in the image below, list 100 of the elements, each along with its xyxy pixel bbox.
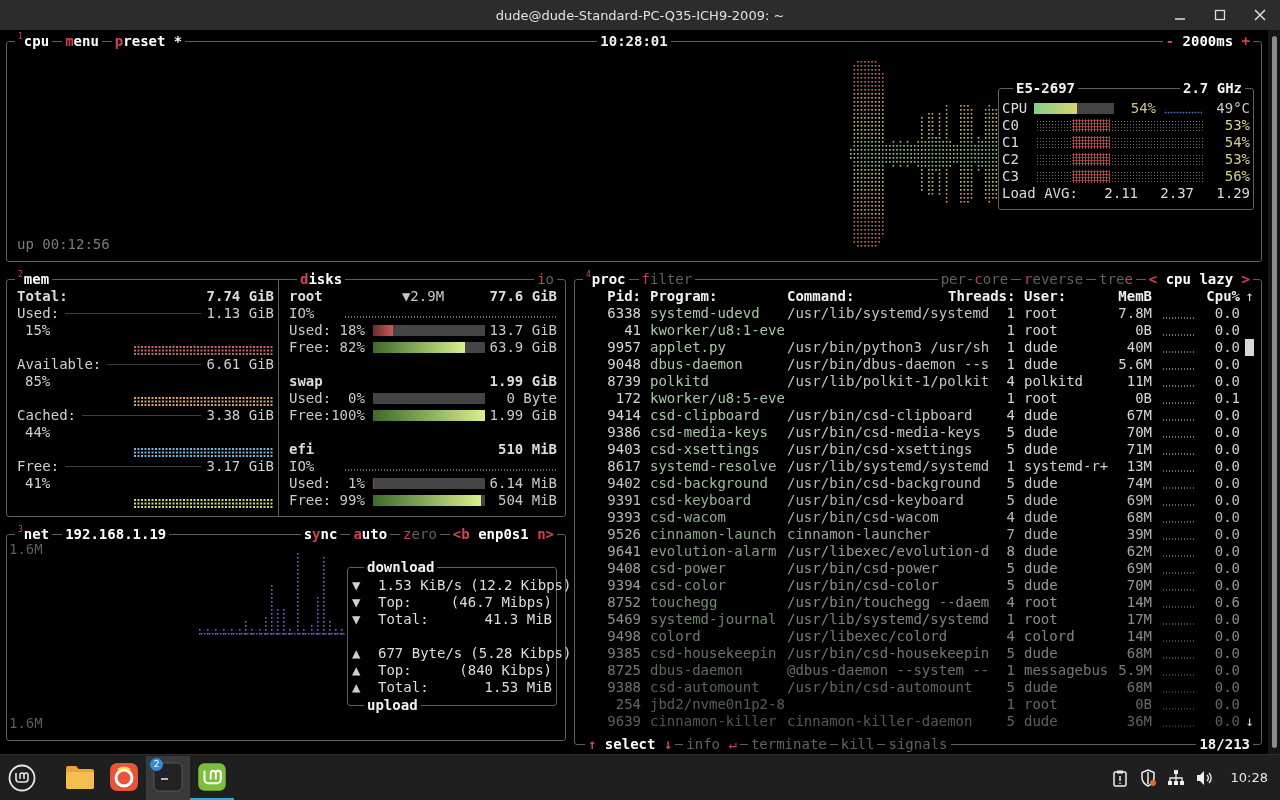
scroll-down-arrow[interactable]: ↓ <box>1245 713 1254 730</box>
pid-cell-text: 9641 <box>606 543 641 560</box>
cpu-sparkline <box>1162 521 1196 523</box>
terminal-icon <box>153 761 183 792</box>
program-cell-text: polkitd <box>649 373 710 390</box>
command-cell-text: /usr/bin/dbus-daemon --s <box>787 356 991 373</box>
pid-cell-text: 9402 <box>606 475 641 492</box>
disk-usage-value: 1.99 GiB <box>488 407 557 424</box>
memory-cell-text: 71M <box>1125 441 1152 458</box>
user-cell-text: root <box>1023 611 1059 628</box>
memory-value: 1.13 GiB <box>206 305 274 322</box>
scroll-thumb[interactable] <box>1245 339 1254 356</box>
command-cell-text: @dbus-daemon --system -- <box>787 662 991 679</box>
threads-cell-text: 4 <box>1005 373 1015 390</box>
cpu-sparkline <box>1162 640 1196 642</box>
user-cell-text: polkitd <box>1023 373 1084 390</box>
threads-cell-text: 5 <box>1005 679 1015 696</box>
threads-cell-text: 1 <box>1005 356 1015 373</box>
io-label: IO% <box>289 305 315 322</box>
command-cell-text: /usr/bin/csd-keyboard <box>787 492 965 509</box>
shield-icon[interactable] <box>1138 768 1157 787</box>
clipboard-icon[interactable] <box>1110 768 1129 787</box>
pid-cell-text: 9639 <box>606 713 641 730</box>
pid-cell-text: 9393 <box>606 509 641 526</box>
network-icon[interactable] <box>1166 768 1185 787</box>
command-cell-text: /usr/lib/systemd/systemd <box>787 458 991 475</box>
mint-logo-icon <box>8 763 36 792</box>
column-header[interactable]: MemB <box>1109 288 1152 305</box>
cpu-cell-text: 0.0 <box>1213 560 1240 577</box>
pid-cell-text: 9408 <box>606 560 641 577</box>
user-cell-text: colord <box>1023 628 1076 645</box>
program-cell-text: kworker/u8:1-eve <box>649 322 786 339</box>
disk-name: root <box>289 288 324 305</box>
threads-cell-text: 4 <box>1005 509 1015 526</box>
command-cell-text: /usr/bin/csd-background <box>787 475 982 492</box>
cpu-cell-text: 0.0 <box>1213 577 1240 594</box>
column-header[interactable]: Pid: <box>581 288 641 305</box>
core-percent: 53% <box>1223 151 1250 168</box>
disk-usage-label: Used: <box>289 390 332 407</box>
pid-cell-text: 9526 <box>606 526 641 543</box>
io-label: IO% <box>289 458 315 475</box>
load-label: Load AVG: <box>1002 185 1079 202</box>
command-cell-text: cinnamon-launcher <box>787 526 932 543</box>
browser-icon <box>109 761 139 792</box>
stat-value: (5.28 Kibps) <box>470 645 572 662</box>
command-cell-text: /usr/lib/polkit-1/polkit <box>787 373 991 390</box>
cpu-cell-text: 0.0 <box>1213 645 1240 662</box>
user-cell-text: dude <box>1023 509 1059 526</box>
pid-cell-text: 9403 <box>606 441 641 458</box>
disk-usage-value: 504 MiB <box>497 492 557 509</box>
memory-cell-text: 74M <box>1125 475 1152 492</box>
memory-cell-text: 14M <box>1125 628 1152 645</box>
pid-cell-text: 9957 <box>606 339 641 356</box>
cpu-sparkline <box>1162 351 1196 353</box>
stat-value: (12.2 Kibps) <box>470 577 572 594</box>
pid-cell-text: 9391 <box>606 492 641 509</box>
user-cell-text: root <box>1023 305 1059 322</box>
program-cell-text: cinnamon-launch <box>649 526 778 543</box>
cpu-sparkline <box>1162 691 1196 693</box>
memory-value: 7.74 GiB <box>206 288 274 305</box>
program-cell-text: cinnamon-killer <box>649 713 778 730</box>
memory-percent: 15% <box>25 322 51 340</box>
memory-cell-text: 69M <box>1125 492 1152 509</box>
column-header[interactable]: Cpu% <box>1204 288 1240 305</box>
disk-usage-percent: 1% <box>347 475 365 492</box>
core-label: C2 <box>1002 151 1020 168</box>
threads-cell-text: 5 <box>1005 475 1015 492</box>
sort-arrow-icon[interactable]: ↑ <box>1245 288 1254 305</box>
taskbar-clock[interactable]: 10:28 <box>1230 769 1268 786</box>
program-cell-text: evolution-alarm <box>649 543 778 560</box>
memory-cell-text: 5.9M <box>1117 662 1152 679</box>
panel-tab[interactable]: preset * <box>111 33 186 50</box>
user-cell-text: dude <box>1023 645 1059 662</box>
column-header[interactable]: Program: <box>641 288 787 305</box>
cpu-sparkline <box>1162 334 1196 336</box>
pid-cell-text: 9388 <box>606 679 641 696</box>
pid-cell-text: 8617 <box>606 458 641 475</box>
panel-tab[interactable]: <b enp0s1 n> <box>449 526 557 543</box>
pid-cell-text: 172 <box>614 390 641 407</box>
scrollbar[interactable] <box>1271 36 1277 748</box>
pid-cell-text: 254 <box>614 696 641 713</box>
disk-usage-label: Free: <box>289 407 332 424</box>
core-label: C0 <box>1002 117 1020 134</box>
memory-cell-text: 17M <box>1125 611 1152 628</box>
cpu-sparkline <box>1162 436 1196 438</box>
pid-cell-text: 9048 <box>606 356 641 373</box>
command-cell-text: /usr/libexec/colord <box>787 628 949 645</box>
cpu-sparkline <box>1162 657 1196 659</box>
user-cell-text: root <box>1023 390 1059 407</box>
program-cell-text: csd-wacom <box>649 509 727 526</box>
column-header[interactable]: Threads: <box>948 288 1015 305</box>
memory-cell-text: 5.6M <box>1117 356 1152 373</box>
memory-cell-text: 67M <box>1125 407 1152 424</box>
cpu-sparkline <box>1162 708 1196 710</box>
threads-cell-text: 1 <box>1005 611 1015 628</box>
pid-cell-text: 9414 <box>606 407 641 424</box>
column-header[interactable]: User: <box>1015 288 1109 305</box>
column-header[interactable]: Command: <box>787 288 948 305</box>
panel-tab[interactable]: < cpu lazy > <box>1145 271 1253 288</box>
cpu-sparkline <box>1162 368 1196 370</box>
